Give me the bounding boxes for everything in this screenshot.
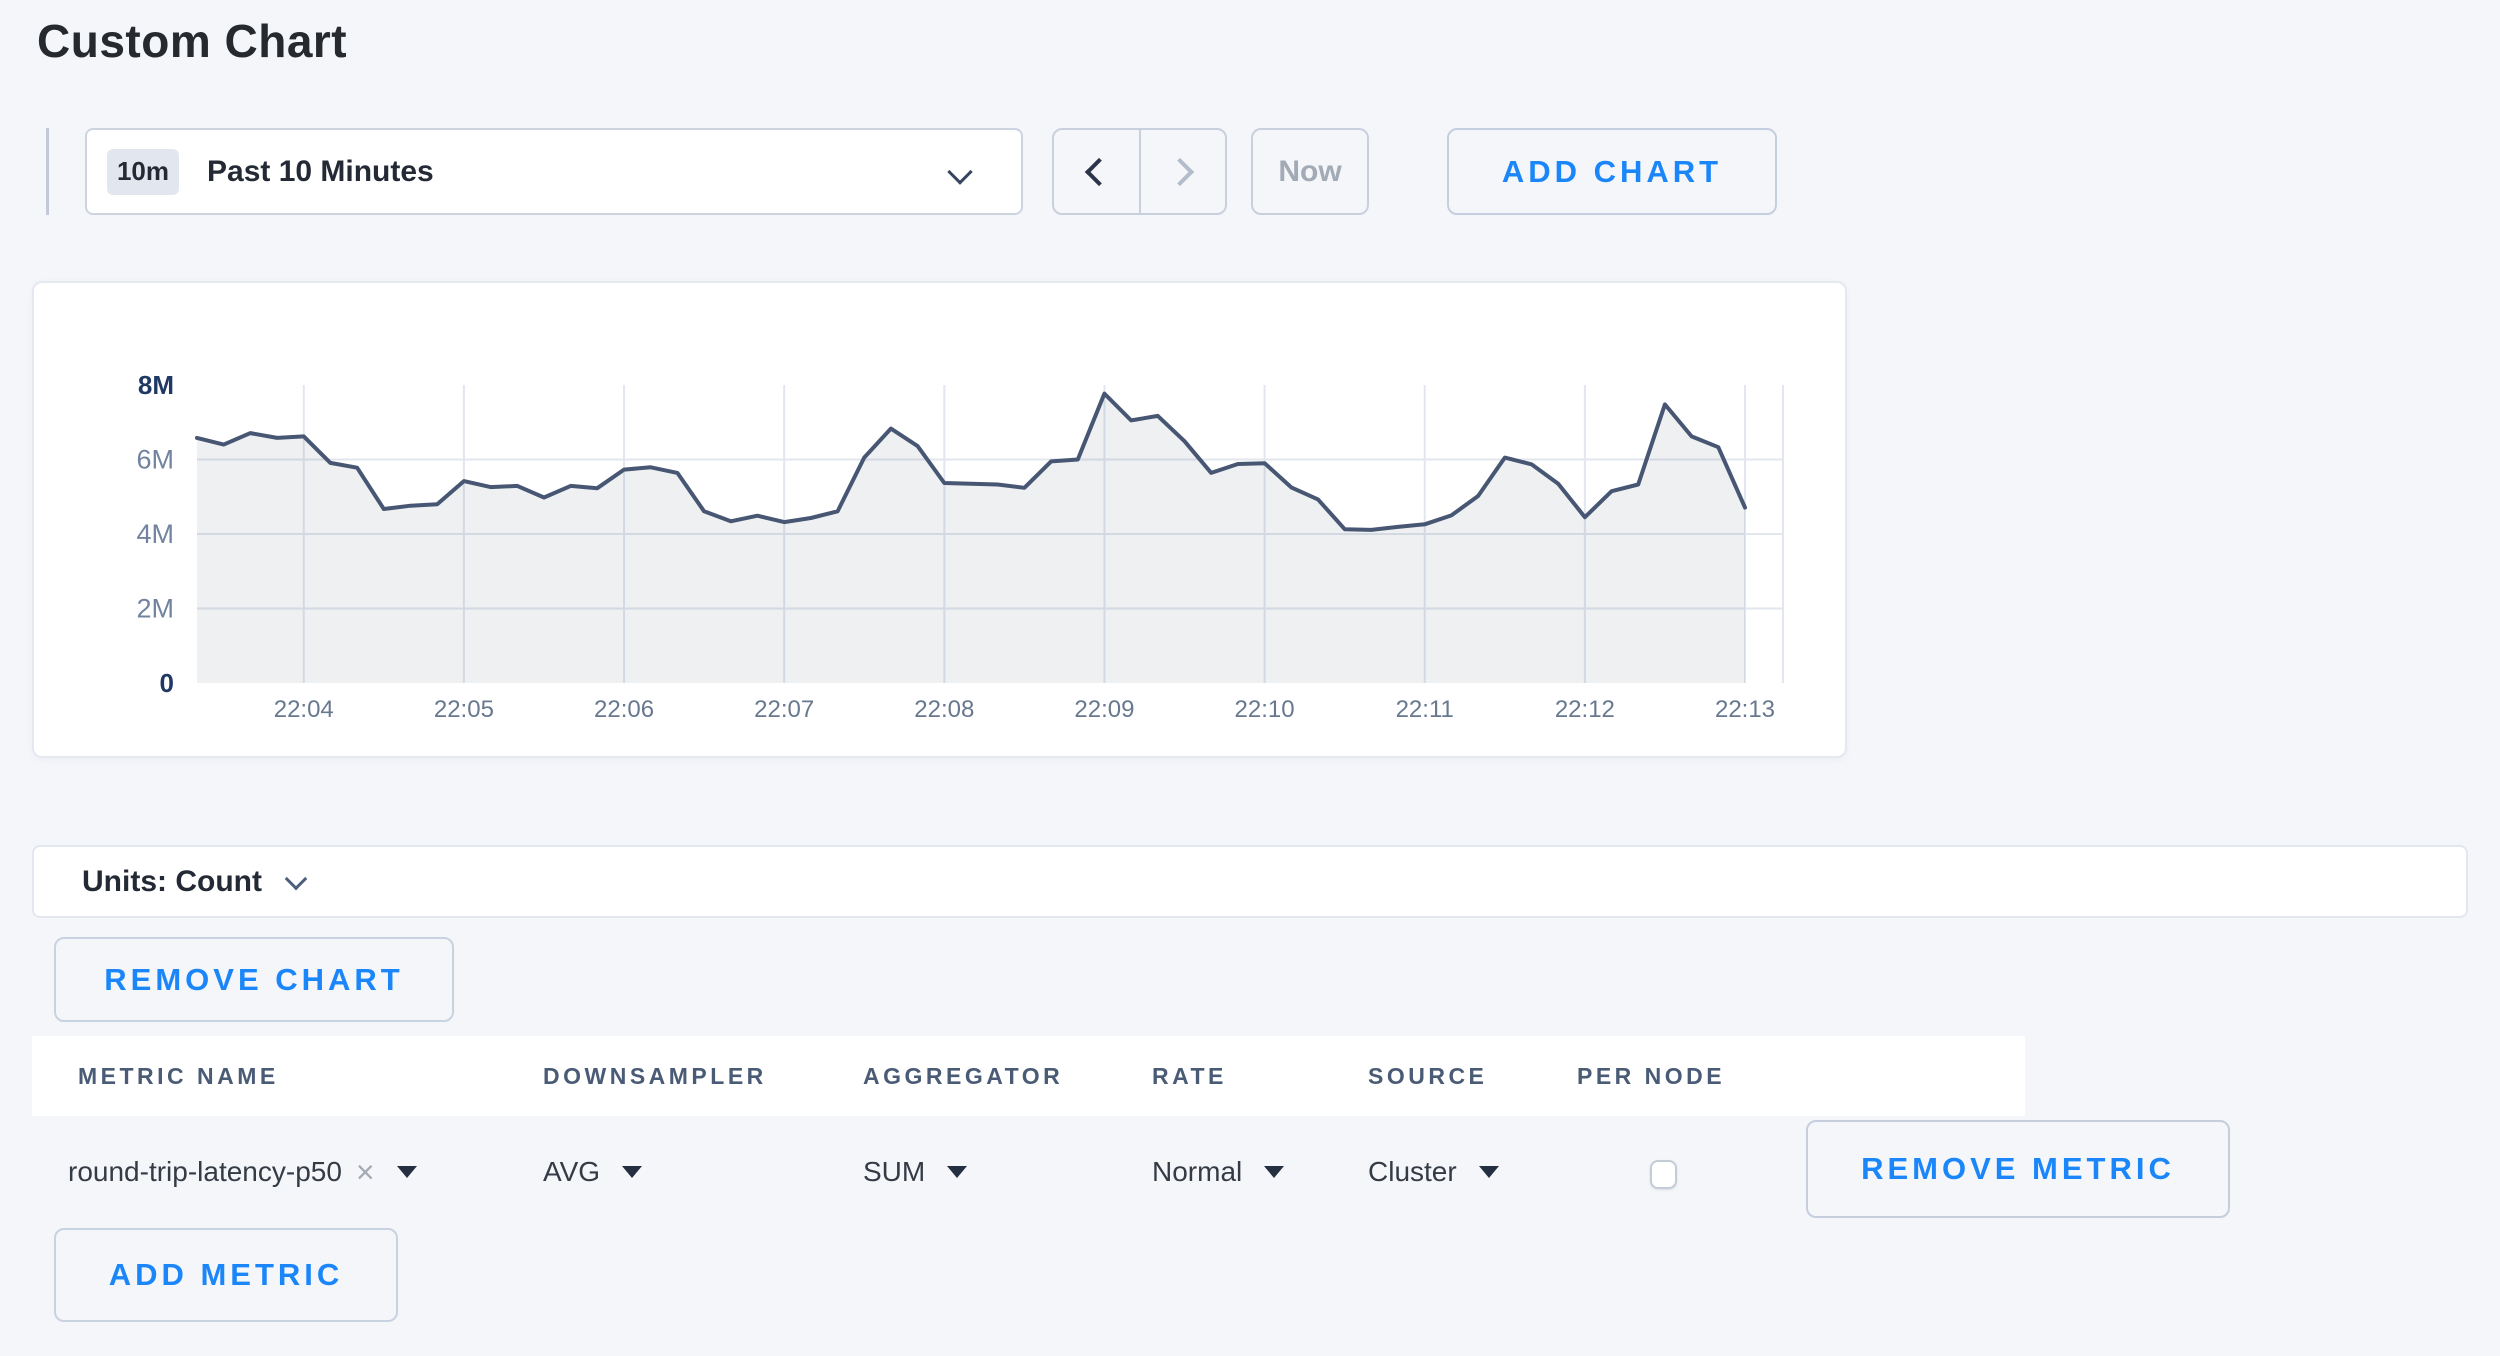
caret-down-icon [947,1166,967,1178]
caret-down-icon [397,1166,417,1178]
source-value: Cluster [1368,1156,1457,1188]
add-chart-button[interactable]: ADD CHART [1447,128,1777,215]
svg-text:0: 0 [160,668,174,698]
svg-text:22:08: 22:08 [914,696,974,723]
downsampler-select[interactable]: AVG [543,1134,642,1210]
svg-text:22:12: 22:12 [1555,696,1615,723]
add-metric-button-label: ADD METRIC [109,1257,344,1293]
column-header-metric-name: METRIC NAME [78,1036,279,1116]
next-time-button[interactable] [1141,130,1226,213]
chevron-left-icon [1085,157,1113,185]
svg-text:22:07: 22:07 [754,696,814,723]
caret-down-icon [1264,1166,1284,1178]
add-metric-button[interactable]: ADD METRIC [54,1228,398,1322]
rate-select[interactable]: Normal [1152,1134,1284,1210]
column-header-aggregator: AGGREGATOR [863,1036,1063,1116]
svg-text:22:04: 22:04 [274,696,334,723]
svg-text:8M: 8M [138,370,174,400]
now-button[interactable]: Now [1251,128,1369,215]
column-header-source: SOURCE [1368,1036,1487,1116]
svg-text:2M: 2M [136,594,174,624]
chevron-down-icon [285,867,308,890]
svg-text:22:09: 22:09 [1074,696,1134,723]
aggregator-value: SUM [863,1156,925,1188]
remove-chart-button[interactable]: REMOVE CHART [54,937,454,1022]
remove-metric-button[interactable]: REMOVE METRIC [1806,1120,2230,1218]
time-range-dropdown[interactable]: 10m Past 10 Minutes [85,128,1023,215]
time-selector-accent-bar [46,128,49,215]
svg-text:22:13: 22:13 [1715,696,1775,723]
source-select[interactable]: Cluster [1368,1134,1499,1210]
svg-text:22:10: 22:10 [1235,696,1295,723]
caret-down-icon [622,1166,642,1178]
units-dropdown[interactable]: Units: Count [32,845,2468,918]
metric-name-value: round-trip-latency-p50 [68,1156,342,1188]
page-title: Custom Chart [37,14,347,68]
units-dropdown-label: Units: Count [82,865,262,899]
aggregator-select[interactable]: SUM [863,1134,967,1210]
timeseries-area-chart: 0 2M 4M 6M 8M 22:04 22:05 22:06 22:07 22:08 22:09 2… [34,283,1849,760]
chart-card: 0 2M 4M 6M 8M 22:04 22:05 22:06 22:07 22:08 22:09 2… [32,281,1847,758]
caret-down-icon [1479,1166,1499,1178]
remove-metric-button-label: REMOVE METRIC [1861,1151,2175,1187]
time-pager [1052,128,1227,215]
chevron-right-icon [1166,157,1194,185]
clear-metric-icon[interactable]: × [356,1156,375,1188]
add-chart-button-label: ADD CHART [1502,154,1722,190]
downsampler-value: AVG [543,1156,600,1188]
time-range-badge: 10m [107,149,179,195]
now-button-label: Now [1278,155,1341,189]
rate-value: Normal [1152,1156,1242,1188]
column-header-downsampler: DOWNSAMPLER [543,1036,767,1116]
metrics-table-header: METRIC NAME DOWNSAMPLER AGGREGATOR RATE … [32,1036,2025,1116]
column-header-rate: RATE [1152,1036,1227,1116]
svg-text:22:05: 22:05 [434,696,494,723]
svg-text:4M: 4M [136,519,174,549]
svg-text:22:11: 22:11 [1396,696,1454,723]
custom-chart-page: Custom Chart 10m Past 10 Minutes Now ADD… [0,0,2500,1356]
metric-name-select[interactable]: round-trip-latency-p50 × [68,1134,417,1210]
svg-text:6M: 6M [136,445,174,475]
column-header-per-node: PER NODE [1577,1036,1725,1116]
chevron-down-icon [947,159,972,184]
remove-chart-button-label: REMOVE CHART [104,962,403,998]
time-range-label: Past 10 Minutes [207,155,434,189]
prev-time-button[interactable] [1054,130,1141,213]
svg-text:22:06: 22:06 [594,696,654,723]
per-node-checkbox[interactable] [1650,1160,1677,1189]
